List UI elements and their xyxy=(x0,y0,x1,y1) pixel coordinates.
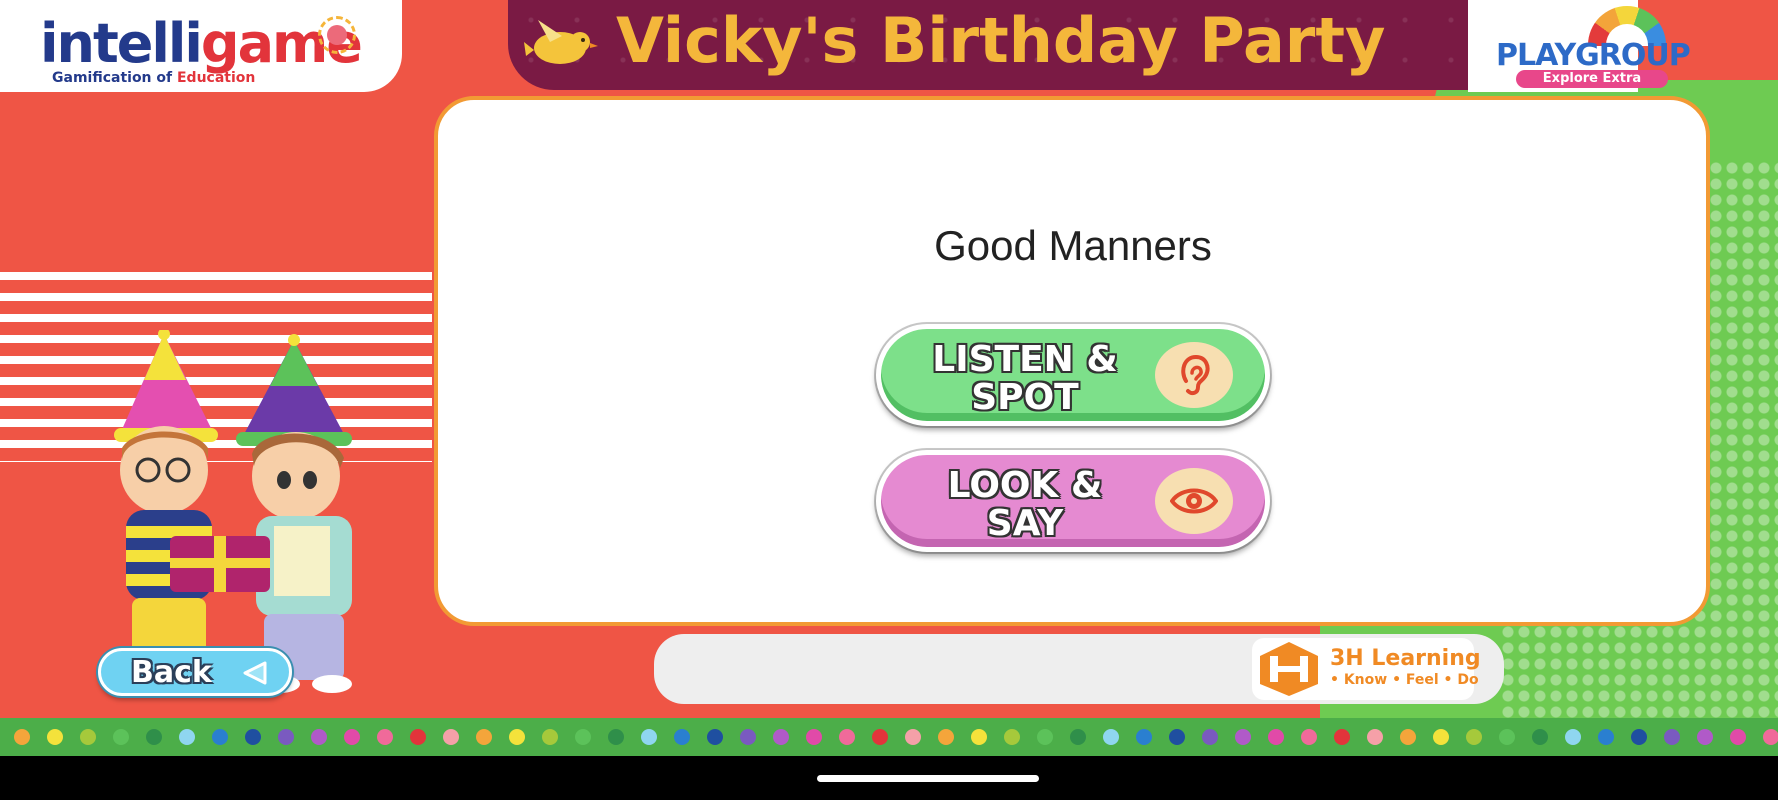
back-label: Back xyxy=(131,655,212,690)
flower-dot xyxy=(1070,729,1086,745)
flower-dot xyxy=(245,729,261,745)
3h-learning-name: 3H Learning xyxy=(1330,646,1481,671)
tagline-part-1: Gamification of xyxy=(52,70,173,86)
flower-dot xyxy=(509,729,525,745)
flower-dot xyxy=(1004,729,1020,745)
flower-dot xyxy=(971,729,987,745)
flower-dot xyxy=(773,729,789,745)
flower-dot xyxy=(377,729,393,745)
flower-dot xyxy=(1598,729,1614,745)
flower-dot xyxy=(872,729,888,745)
logo-wordmark: intelligame xyxy=(40,12,363,75)
flower-dot xyxy=(1565,729,1581,745)
flower-dot xyxy=(311,729,327,745)
flower-dot xyxy=(1367,729,1383,745)
flower-dot xyxy=(278,729,294,745)
flower-dot xyxy=(674,729,690,745)
flower-dot xyxy=(1103,729,1119,745)
flower-dot xyxy=(542,729,558,745)
flower-dot xyxy=(575,729,591,745)
flower-dot xyxy=(443,729,459,745)
back-arrow-icon xyxy=(243,661,267,685)
flower-dot xyxy=(1235,729,1251,745)
brain-icon xyxy=(327,25,347,45)
flower-dot xyxy=(1037,729,1053,745)
game-screen: intelligame Gamification of Education Vi… xyxy=(0,0,1778,800)
playgroup-name: PLAYGROUP xyxy=(1496,38,1691,73)
flower-dot xyxy=(1400,729,1416,745)
flower-dot xyxy=(1202,729,1218,745)
flower-dot xyxy=(905,729,921,745)
look-and-say-button[interactable]: LOOK & SAY xyxy=(876,450,1270,552)
playgroup-badge: Explore Extra xyxy=(1516,70,1668,88)
flower-dot xyxy=(1169,729,1185,745)
listen-and-spot-button[interactable]: LISTEN & SPOT xyxy=(876,324,1270,426)
flower-dot xyxy=(1664,729,1680,745)
flower-dot xyxy=(344,729,360,745)
flower-dot xyxy=(1763,729,1778,745)
flower-dot xyxy=(1268,729,1284,745)
listen-label-line-1: LISTEN & xyxy=(932,339,1118,380)
tagline-part-2: Education xyxy=(176,70,256,86)
lesson-title: Good Manners xyxy=(934,222,1212,269)
flower-dot xyxy=(608,729,624,745)
flower-dot xyxy=(938,729,954,745)
flower-dot xyxy=(806,729,822,745)
flower-dot xyxy=(14,729,30,745)
bird-icon xyxy=(524,20,598,64)
flower-dot xyxy=(47,729,63,745)
flower-dot xyxy=(80,729,96,745)
flower-dot xyxy=(113,729,129,745)
3h-learning-tagline: • Know • Feel • Do xyxy=(1330,672,1479,688)
flower-dot xyxy=(1301,729,1317,745)
flower-dot xyxy=(410,729,426,745)
logo-word-1: intelli xyxy=(40,12,203,75)
look-label-line-2: SAY xyxy=(986,503,1064,544)
flower-dot xyxy=(641,729,657,745)
home-gesture-handle[interactable] xyxy=(817,775,1039,782)
flower-dot xyxy=(839,729,855,745)
look-and-say-label: LOOK & SAY xyxy=(915,467,1135,543)
back-button[interactable]: Back xyxy=(98,648,292,696)
logo-tagline: Gamification of Education xyxy=(52,70,255,86)
flower-dot xyxy=(179,729,195,745)
flower-dot xyxy=(212,729,228,745)
look-label-line-1: LOOK & xyxy=(947,465,1103,506)
flower-dot xyxy=(1532,729,1548,745)
flower-dot xyxy=(1499,729,1515,745)
listen-and-spot-label: LISTEN & SPOT xyxy=(915,341,1135,417)
flower-dot xyxy=(1334,729,1350,745)
page-title: Vicky's Birthday Party xyxy=(616,4,1386,77)
listen-label-line-2: SPOT xyxy=(971,377,1079,418)
flower-dot xyxy=(1433,729,1449,745)
flower-dot xyxy=(146,729,162,745)
3h-mark-icon xyxy=(1260,642,1318,696)
flower-border-decoration xyxy=(14,729,1778,745)
flower-dot xyxy=(1697,729,1713,745)
flower-dot xyxy=(740,729,756,745)
flower-dot xyxy=(1136,729,1152,745)
flower-dot xyxy=(1631,729,1647,745)
flower-dot xyxy=(1466,729,1482,745)
flower-dot xyxy=(707,729,723,745)
eye-icon xyxy=(1155,468,1233,534)
flower-dot xyxy=(1730,729,1746,745)
ear-icon xyxy=(1155,342,1233,408)
flower-dot xyxy=(476,729,492,745)
